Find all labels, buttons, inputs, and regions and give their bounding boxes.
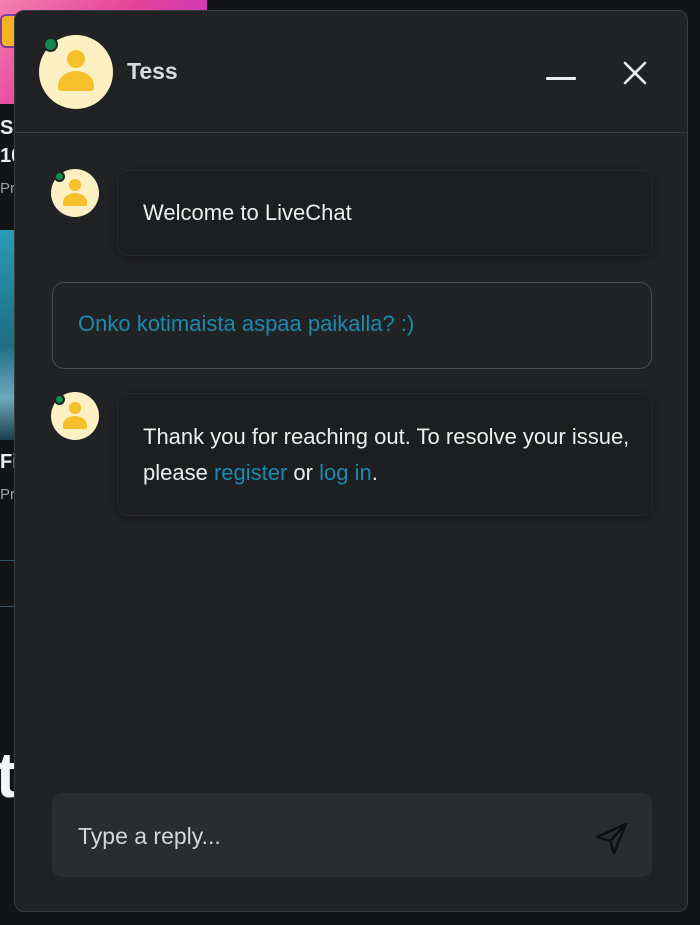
send-icon bbox=[595, 822, 628, 855]
agent-message: Thank you for reaching out. To resolve y… bbox=[118, 394, 652, 515]
background-title-fragment: S bbox=[0, 117, 14, 139]
user-avatar-icon bbox=[67, 50, 85, 68]
user-avatar-icon bbox=[69, 402, 81, 414]
minimize-button[interactable] bbox=[541, 55, 581, 91]
agent-avatar bbox=[39, 35, 113, 109]
online-status-icon bbox=[43, 37, 58, 52]
register-link[interactable]: register bbox=[214, 460, 287, 485]
online-status-icon bbox=[54, 171, 65, 182]
message-text: Welcome to LiveChat bbox=[143, 200, 352, 225]
user-avatar-icon bbox=[69, 179, 81, 191]
user-message: Onko kotimaista aspaa paikalla? :) bbox=[52, 282, 652, 369]
background-provider-fragment: Pr bbox=[0, 486, 15, 503]
background-provider-fragment: Pr bbox=[0, 180, 15, 197]
close-button[interactable] bbox=[615, 53, 655, 93]
login-link[interactable]: log in bbox=[319, 460, 372, 485]
message-text: Onko kotimaista aspaa paikalla? :) bbox=[78, 311, 415, 336]
chat-header: Tess bbox=[15, 11, 687, 133]
online-status-icon bbox=[54, 394, 65, 405]
message-text: . bbox=[371, 460, 378, 485]
reply-input[interactable] bbox=[76, 815, 560, 857]
message-text: or bbox=[287, 460, 320, 485]
minimize-icon bbox=[546, 77, 576, 80]
message-composer bbox=[52, 793, 652, 877]
send-button[interactable] bbox=[594, 821, 630, 857]
chat-window: Tess Welcome to LiveChat Onko kotimaista… bbox=[14, 10, 688, 912]
message-avatar bbox=[51, 169, 99, 217]
close-icon bbox=[623, 61, 647, 85]
agent-message: Welcome to LiveChat bbox=[118, 171, 652, 255]
agent-name: Tess bbox=[127, 58, 178, 84]
message-avatar bbox=[51, 392, 99, 440]
